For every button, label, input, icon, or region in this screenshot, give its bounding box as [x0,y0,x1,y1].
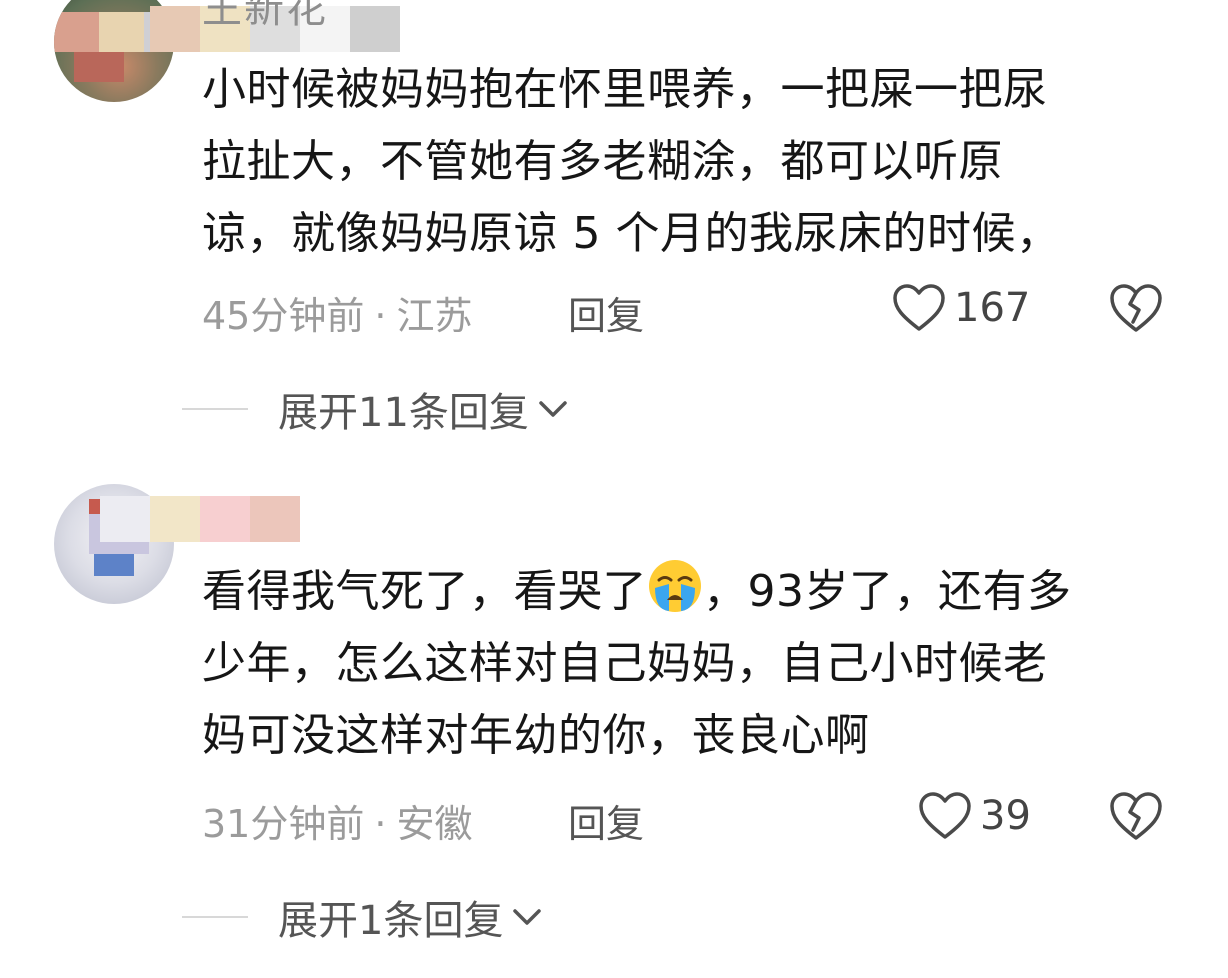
broken-heart-icon[interactable] [1108,790,1164,842]
comment-time: 45分钟前 [202,294,365,338]
comment-meta: 31分钟前 · 安徽 [202,793,472,848]
like-button[interactable]: 39 [918,791,1031,841]
meta-separator: · [374,294,387,338]
chevron-down-icon [539,401,567,417]
divider-line [182,916,248,918]
expand-replies-label: 展开11条回复 [278,390,529,436]
username-mosaic [100,496,350,542]
comment-location: 安徽 [396,802,473,846]
meta-separator: · [374,802,387,846]
reply-button[interactable]: 回复 [568,285,644,340]
heart-outline-icon [919,792,971,839]
comment-item: 王新花 小时候被妈妈抱在怀里喂养，一把屎一把尿 拉扯大，不管她有多老糊涂，都可以… [0,0,1228,460]
expand-replies-label: 展开1条回复 [278,898,504,944]
comment-text-part: 看得我气死了，看哭了 [202,566,647,617]
like-count: 167 [954,285,1031,331]
username[interactable]: 王新花 [202,0,328,34]
reply-button[interactable]: 回复 [568,793,644,848]
divider-line [182,408,248,410]
comment-time: 31分钟前 [202,802,365,846]
crying-face-emoji [649,560,701,612]
expand-replies-button[interactable]: 展开1条回复 [182,888,545,946]
heart-outline-icon [893,284,945,331]
comment-meta: 45分钟前 · 江苏 [202,285,472,340]
comment-text: 小时候被妈妈抱在怀里喂养，一把屎一把尿 拉扯大，不管她有多老糊涂，都可以听原 谅… [202,64,1061,259]
comment-text: 看得我气死了，看哭了 ，93岁了，还有多 少年，怎么这样对自己妈妈，自己小时候老… [202,556,1187,772]
chevron-down-icon [513,909,542,925]
comment-location: 江苏 [396,294,473,338]
like-button[interactable]: 167 [892,283,1030,333]
like-count: 39 [980,793,1031,839]
comment-item: 看得我气死了，看哭了 ，93岁了，还有多 少年，怎么这样对自己妈妈，自己小时候老… [0,478,1228,978]
expand-replies-button[interactable]: 展开11条回复 [182,380,571,438]
broken-heart-icon[interactable] [1108,282,1164,334]
